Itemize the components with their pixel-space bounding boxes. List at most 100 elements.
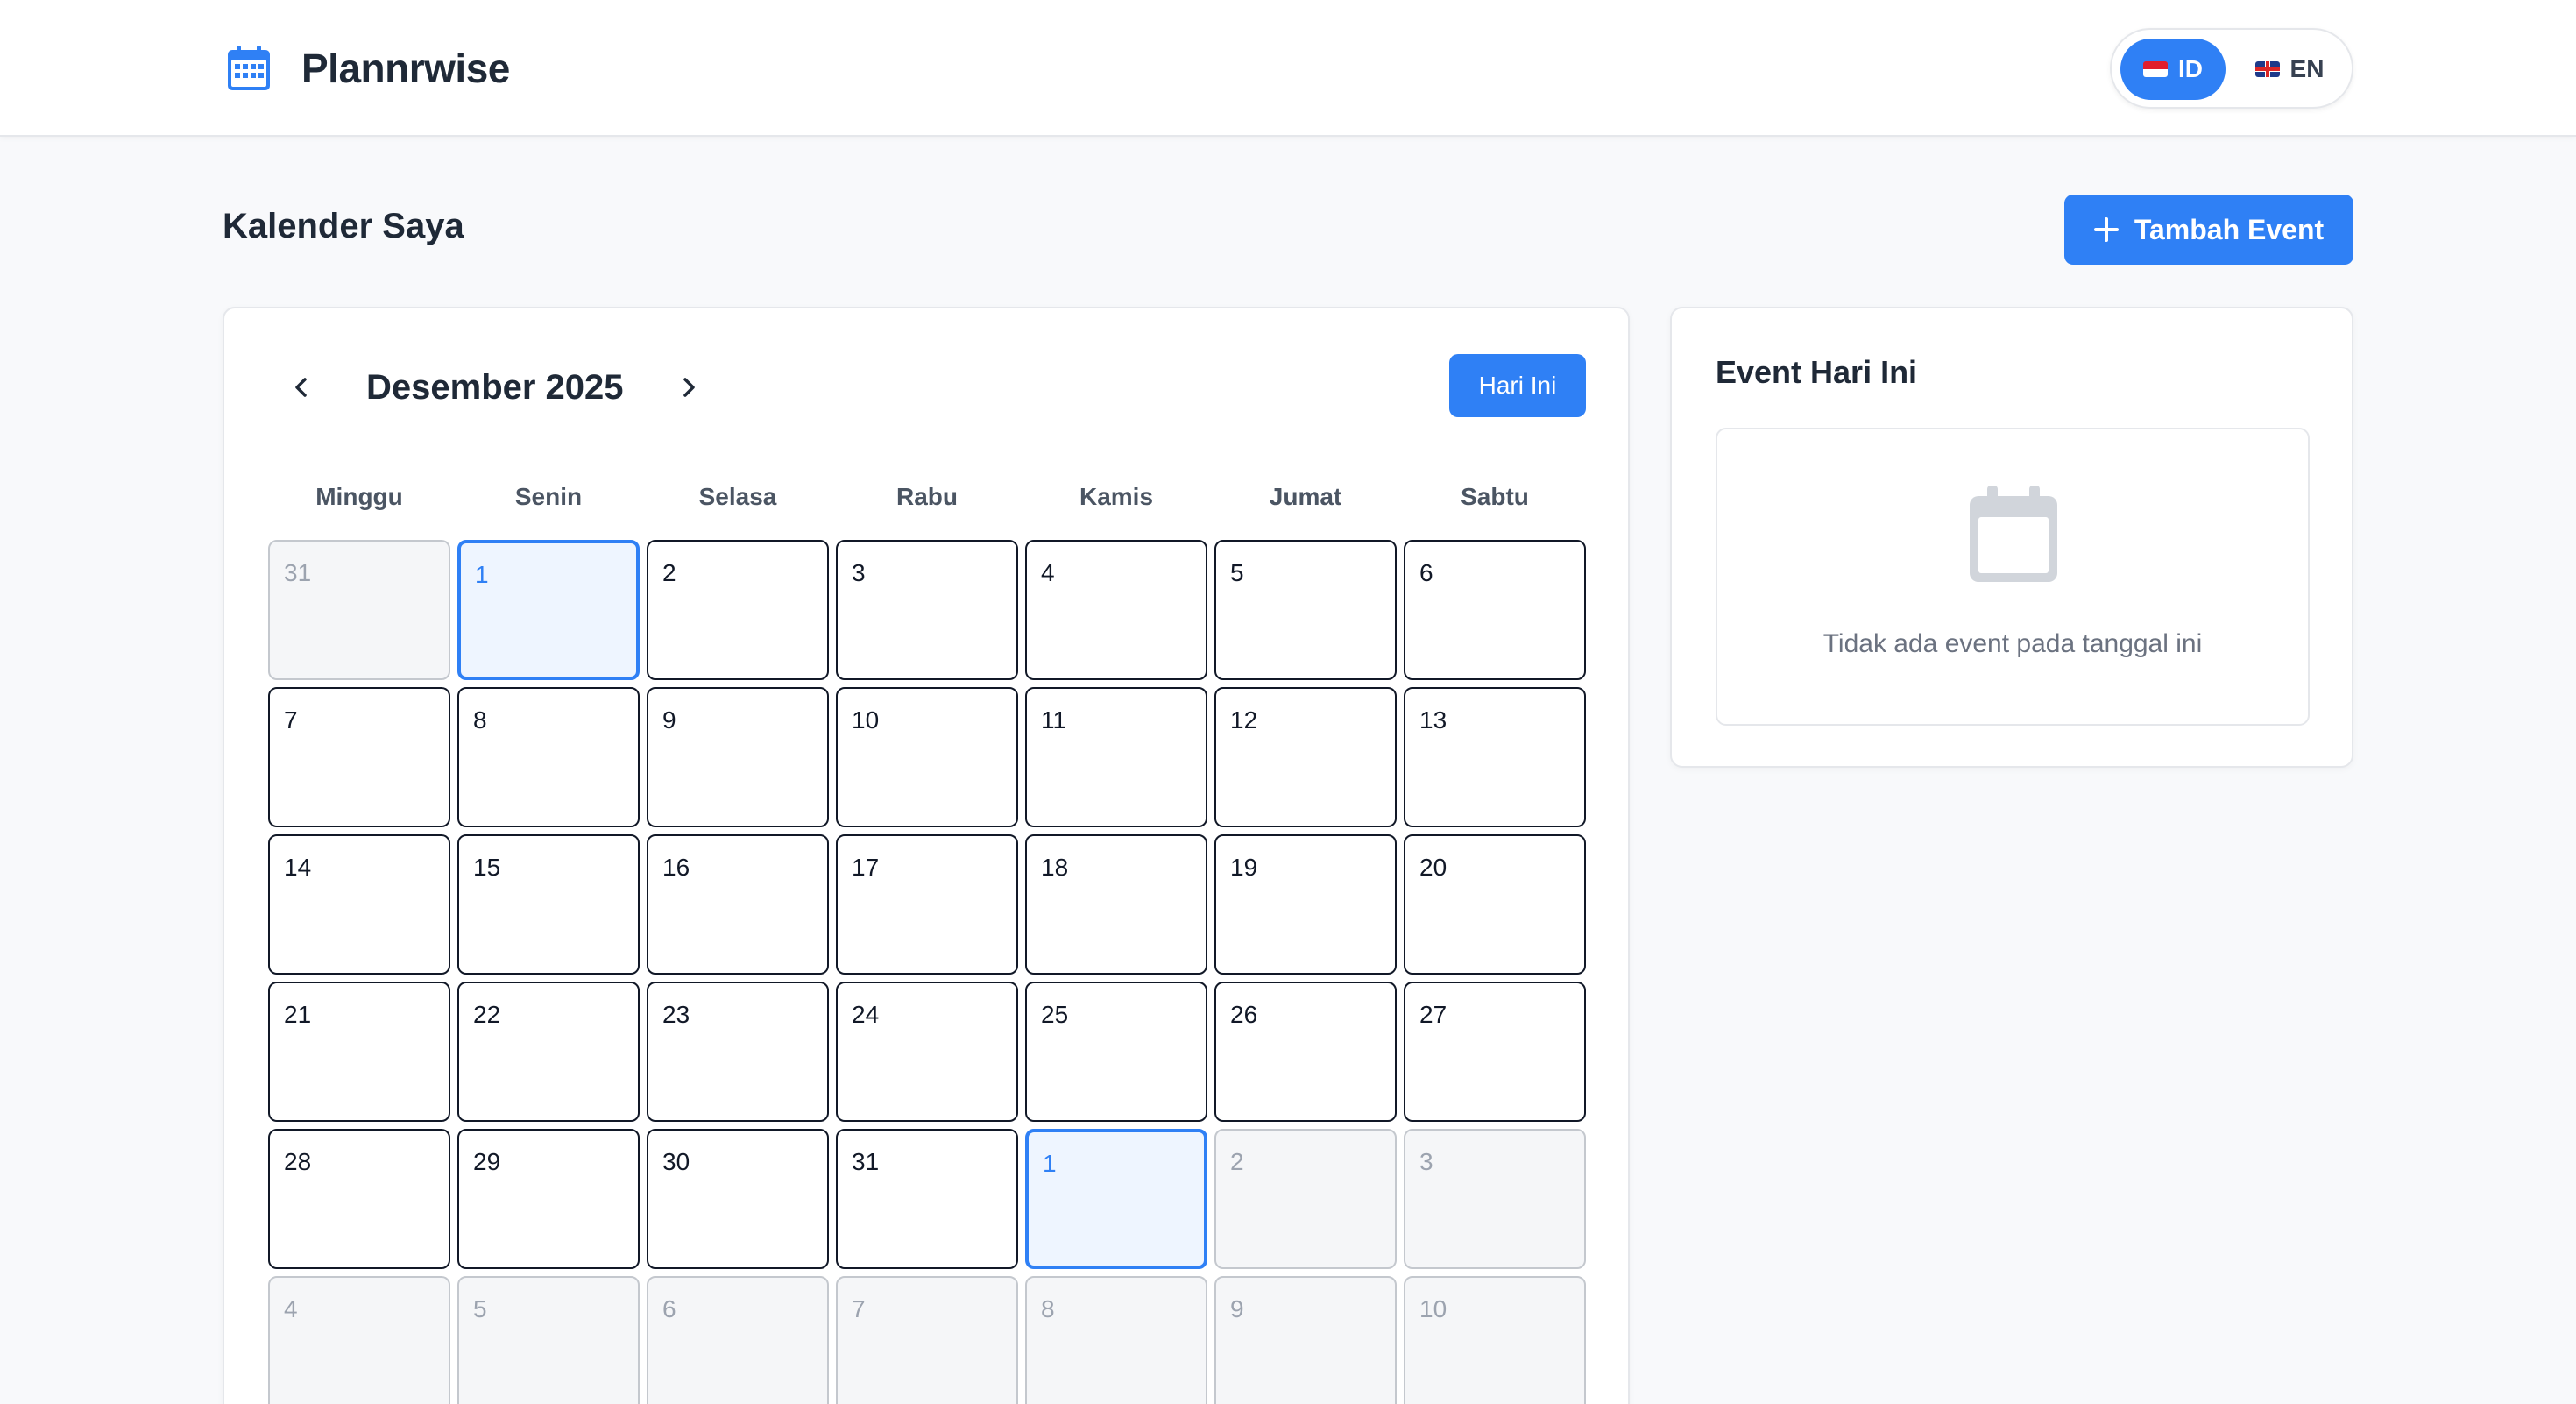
day-cell[interactable]: 28 (268, 1129, 450, 1269)
day-number: 3 (1419, 1148, 1433, 1175)
day-cell[interactable]: 1 (457, 540, 640, 680)
flag-uk-icon (2254, 61, 2280, 77)
page-title: Kalender Saya (223, 207, 464, 245)
day-cell[interactable]: 1 (1025, 1129, 1207, 1269)
calendar-icon (1970, 486, 2057, 582)
day-cell[interactable]: 7 (836, 1276, 1018, 1404)
day-cell[interactable]: 6 (1404, 540, 1586, 680)
day-number: 2 (662, 559, 676, 586)
day-number: 4 (1041, 559, 1055, 586)
day-cell[interactable]: 30 (647, 1129, 829, 1269)
day-number: 7 (284, 706, 298, 734)
day-number: 11 (1041, 706, 1067, 734)
brand[interactable]: Plannrwise (224, 40, 510, 96)
day-number: 8 (1041, 1295, 1055, 1322)
chevron-left-icon (295, 378, 307, 397)
calendar-icon (228, 46, 270, 90)
weekday-label: Senin (514, 483, 583, 510)
previous-month-button[interactable] (275, 361, 328, 414)
day-cell[interactable]: 11 (1025, 687, 1207, 827)
day-cell[interactable]: 14 (268, 834, 450, 975)
day-number: 23 (662, 1001, 690, 1028)
language-code: EN (2289, 55, 2325, 82)
day-number: 18 (1041, 854, 1069, 881)
day-number: 9 (662, 706, 676, 734)
day-cell[interactable]: 21 (268, 982, 450, 1122)
day-cell[interactable]: 7 (268, 687, 450, 827)
day-cell[interactable]: 19 (1214, 834, 1397, 975)
day-cell[interactable]: 29 (457, 1129, 640, 1269)
events-empty-state: Tidak ada event pada tanggal ini (1716, 428, 2310, 726)
language-option-id[interactable]: ID (2120, 39, 2226, 100)
day-cell[interactable]: 27 (1404, 982, 1586, 1122)
day-cell[interactable]: 25 (1025, 982, 1207, 1122)
day-cell[interactable]: 9 (647, 687, 829, 827)
day-cell[interactable]: 13 (1404, 687, 1586, 827)
day-number: 21 (284, 1001, 312, 1028)
day-cell[interactable]: 5 (1214, 540, 1397, 680)
today-button[interactable]: Hari Ini (1449, 354, 1586, 417)
day-cell[interactable]: 10 (1404, 1276, 1586, 1404)
app-name: Plannrwise (301, 46, 510, 91)
day-number: 6 (1419, 559, 1433, 586)
day-cell[interactable]: 8 (1025, 1276, 1207, 1404)
day-cell[interactable]: 4 (1025, 540, 1207, 680)
day-cell[interactable]: 12 (1214, 687, 1397, 827)
day-number: 29 (473, 1148, 501, 1175)
app-root: Plannrwise ID EN Kalender Saya Tambah Ev… (0, 0, 2576, 1404)
day-cell[interactable]: 9 (1214, 1276, 1397, 1404)
day-number: 26 (1230, 1001, 1258, 1028)
events-panel: Event Hari Ini Tidak ada event pada tang… (1670, 307, 2353, 768)
day-cell[interactable]: 8 (457, 687, 640, 827)
day-number: 22 (473, 1001, 501, 1028)
day-cell[interactable]: 31 (268, 540, 450, 680)
flag-id-icon (2143, 61, 2168, 77)
day-number: 1 (475, 561, 489, 588)
language-switcher: ID EN (2110, 28, 2353, 109)
day-cell[interactable]: 24 (836, 982, 1018, 1122)
day-number: 20 (1419, 854, 1447, 881)
day-number: 30 (662, 1148, 690, 1175)
day-number: 27 (1419, 1001, 1447, 1028)
day-number: 8 (473, 706, 487, 734)
day-cell[interactable]: 3 (836, 540, 1018, 680)
day-number: 25 (1041, 1001, 1069, 1028)
top-header: Plannrwise ID EN (0, 0, 2576, 137)
day-number: 19 (1230, 854, 1258, 881)
day-cell[interactable]: 10 (836, 687, 1018, 827)
day-cell[interactable]: 2 (647, 540, 829, 680)
day-cell[interactable]: 6 (647, 1276, 829, 1404)
add-event-label: Tambah Event (2134, 213, 2325, 245)
plus-icon (2093, 217, 2119, 242)
day-cell[interactable]: 23 (647, 982, 829, 1122)
day-number: 13 (1419, 706, 1447, 734)
day-cell[interactable]: 2 (1214, 1129, 1397, 1269)
weekday-label: Rabu (896, 483, 958, 510)
chevron-right-icon (683, 378, 695, 397)
day-cell[interactable]: 31 (836, 1129, 1018, 1269)
day-number: 5 (1230, 559, 1244, 586)
day-number: 1 (1043, 1150, 1057, 1177)
day-number: 2 (1230, 1148, 1244, 1175)
day-cell[interactable]: 15 (457, 834, 640, 975)
calendar-card: Desember 2025 Hari Ini Minggu Senin Sela… (223, 307, 1630, 1404)
day-number: 16 (662, 854, 690, 881)
day-cell[interactable]: 3 (1404, 1129, 1586, 1269)
language-option-en[interactable]: EN (2234, 39, 2345, 100)
day-cell[interactable]: 18 (1025, 834, 1207, 975)
day-number: 14 (284, 854, 312, 881)
day-number: 17 (852, 854, 880, 881)
day-cell[interactable]: 20 (1404, 834, 1586, 975)
day-cell[interactable]: 4 (268, 1276, 450, 1404)
day-cell[interactable]: 17 (836, 834, 1018, 975)
day-number: 31 (284, 559, 312, 586)
day-cell[interactable]: 16 (647, 834, 829, 975)
day-cell[interactable]: 22 (457, 982, 640, 1122)
day-cell[interactable]: 5 (457, 1276, 640, 1404)
next-month-button[interactable] (662, 361, 715, 414)
day-cell[interactable]: 26 (1214, 982, 1397, 1122)
weekday-label: Sabtu (1461, 483, 1529, 510)
add-event-button[interactable]: Tambah Event (2064, 195, 2353, 265)
day-number: 31 (852, 1148, 880, 1175)
day-number: 6 (662, 1295, 676, 1322)
